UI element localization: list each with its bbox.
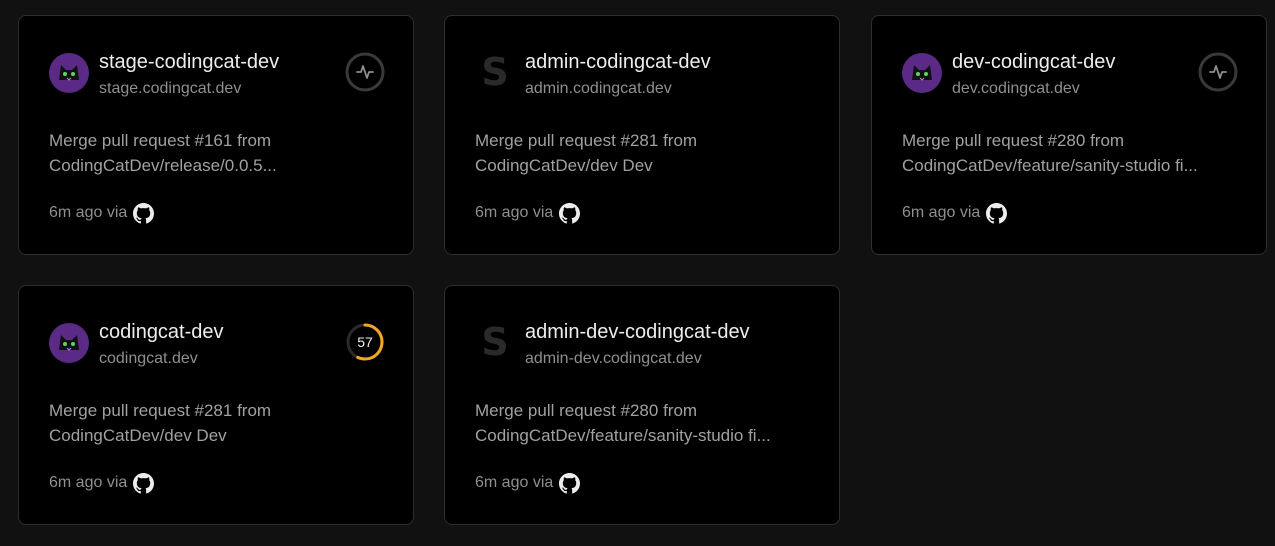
deploy-meta: 6m ago via — [49, 472, 155, 494]
project-domain-link[interactable]: stage.codingcat.dev — [99, 79, 241, 99]
github-icon[interactable] — [986, 202, 1008, 224]
commit-line-1: Merge pull request #161 from — [49, 131, 272, 150]
commit-line-2: CodingCatDev/release/0.0.5... — [49, 156, 277, 175]
project-card-stage-codingcat-dev[interactable]: stage-codingcat-dev stage.codingcat.dev … — [18, 15, 414, 255]
commit-line-2: CodingCatDev/feature/sanity-studio fi... — [475, 426, 771, 445]
project-card-admin-codingcat-dev[interactable]: S admin-codingcat-dev admin.codingcat.de… — [444, 15, 840, 255]
deploy-meta: 6m ago via — [902, 202, 1008, 224]
commit-line-1: Merge pull request #281 from — [49, 401, 272, 420]
activity-icon[interactable] — [345, 52, 385, 92]
project-name[interactable]: stage-codingcat-dev — [99, 50, 279, 74]
project-name[interactable]: admin-dev-codingcat-dev — [525, 320, 750, 344]
commit-message: Merge pull request #281 from CodingCatDe… — [475, 128, 725, 178]
project-name[interactable]: admin-codingcat-dev — [525, 50, 711, 74]
svg-text:S: S — [481, 323, 508, 363]
commit-line-1: Merge pull request #280 from — [902, 131, 1125, 150]
project-card-codingcat-dev[interactable]: codingcat-dev codingcat.dev 57 Merge pul… — [18, 285, 414, 525]
github-icon[interactable] — [133, 202, 155, 224]
project-card-dev-codingcat-dev[interactable]: dev-codingcat-dev dev.codingcat.dev Merg… — [871, 15, 1267, 255]
commit-message: Merge pull request #281 from CodingCatDe… — [49, 398, 299, 448]
commit-line-2: CodingCatDev/dev Dev — [49, 426, 227, 445]
commit-line-1: Merge pull request #280 from — [475, 401, 698, 420]
deploy-time: 6m ago via — [475, 204, 554, 221]
speed-score-value: 57 — [357, 334, 373, 350]
svg-text:S: S — [481, 53, 508, 93]
project-name[interactable]: dev-codingcat-dev — [952, 50, 1115, 74]
project-domain-link[interactable]: codingcat.dev — [99, 349, 198, 369]
deploy-time: 6m ago via — [475, 474, 554, 491]
cat-avatar-icon — [902, 53, 942, 93]
deploy-meta: 6m ago via — [49, 202, 155, 224]
commit-line-2: CodingCatDev/feature/sanity-studio fi... — [902, 156, 1198, 175]
commit-message: Merge pull request #280 from CodingCatDe… — [902, 128, 1198, 178]
cat-avatar-icon — [49, 53, 89, 93]
activity-icon[interactable] — [1198, 52, 1238, 92]
deploy-time: 6m ago via — [49, 474, 128, 491]
project-domain-link[interactable]: admin.codingcat.dev — [525, 79, 672, 99]
deploy-meta: 6m ago via — [475, 472, 581, 494]
project-grid: stage-codingcat-dev stage.codingcat.dev … — [0, 0, 1275, 546]
commit-line-1: Merge pull request #281 from — [475, 131, 698, 150]
project-domain-link[interactable]: admin-dev.codingcat.dev — [525, 349, 702, 369]
project-domain-link[interactable]: dev.codingcat.dev — [952, 79, 1080, 99]
deploy-time: 6m ago via — [902, 204, 981, 221]
cat-avatar-icon — [49, 323, 89, 363]
github-icon[interactable] — [559, 202, 581, 224]
project-card-admin-dev-codingcat-dev[interactable]: S admin-dev-codingcat-dev admin-dev.codi… — [444, 285, 840, 525]
sanity-logo-icon: S — [475, 53, 515, 93]
github-icon[interactable] — [133, 472, 155, 494]
github-icon[interactable] — [559, 472, 581, 494]
commit-message: Merge pull request #280 from CodingCatDe… — [475, 398, 771, 448]
project-name[interactable]: codingcat-dev — [99, 320, 224, 344]
commit-line-2: CodingCatDev/dev Dev — [475, 156, 653, 175]
deploy-time: 6m ago via — [49, 204, 128, 221]
commit-message: Merge pull request #161 from CodingCatDe… — [49, 128, 299, 178]
sanity-logo-icon: S — [475, 323, 515, 363]
speed-score-indicator[interactable]: 57 — [345, 322, 385, 362]
deploy-meta: 6m ago via — [475, 202, 581, 224]
